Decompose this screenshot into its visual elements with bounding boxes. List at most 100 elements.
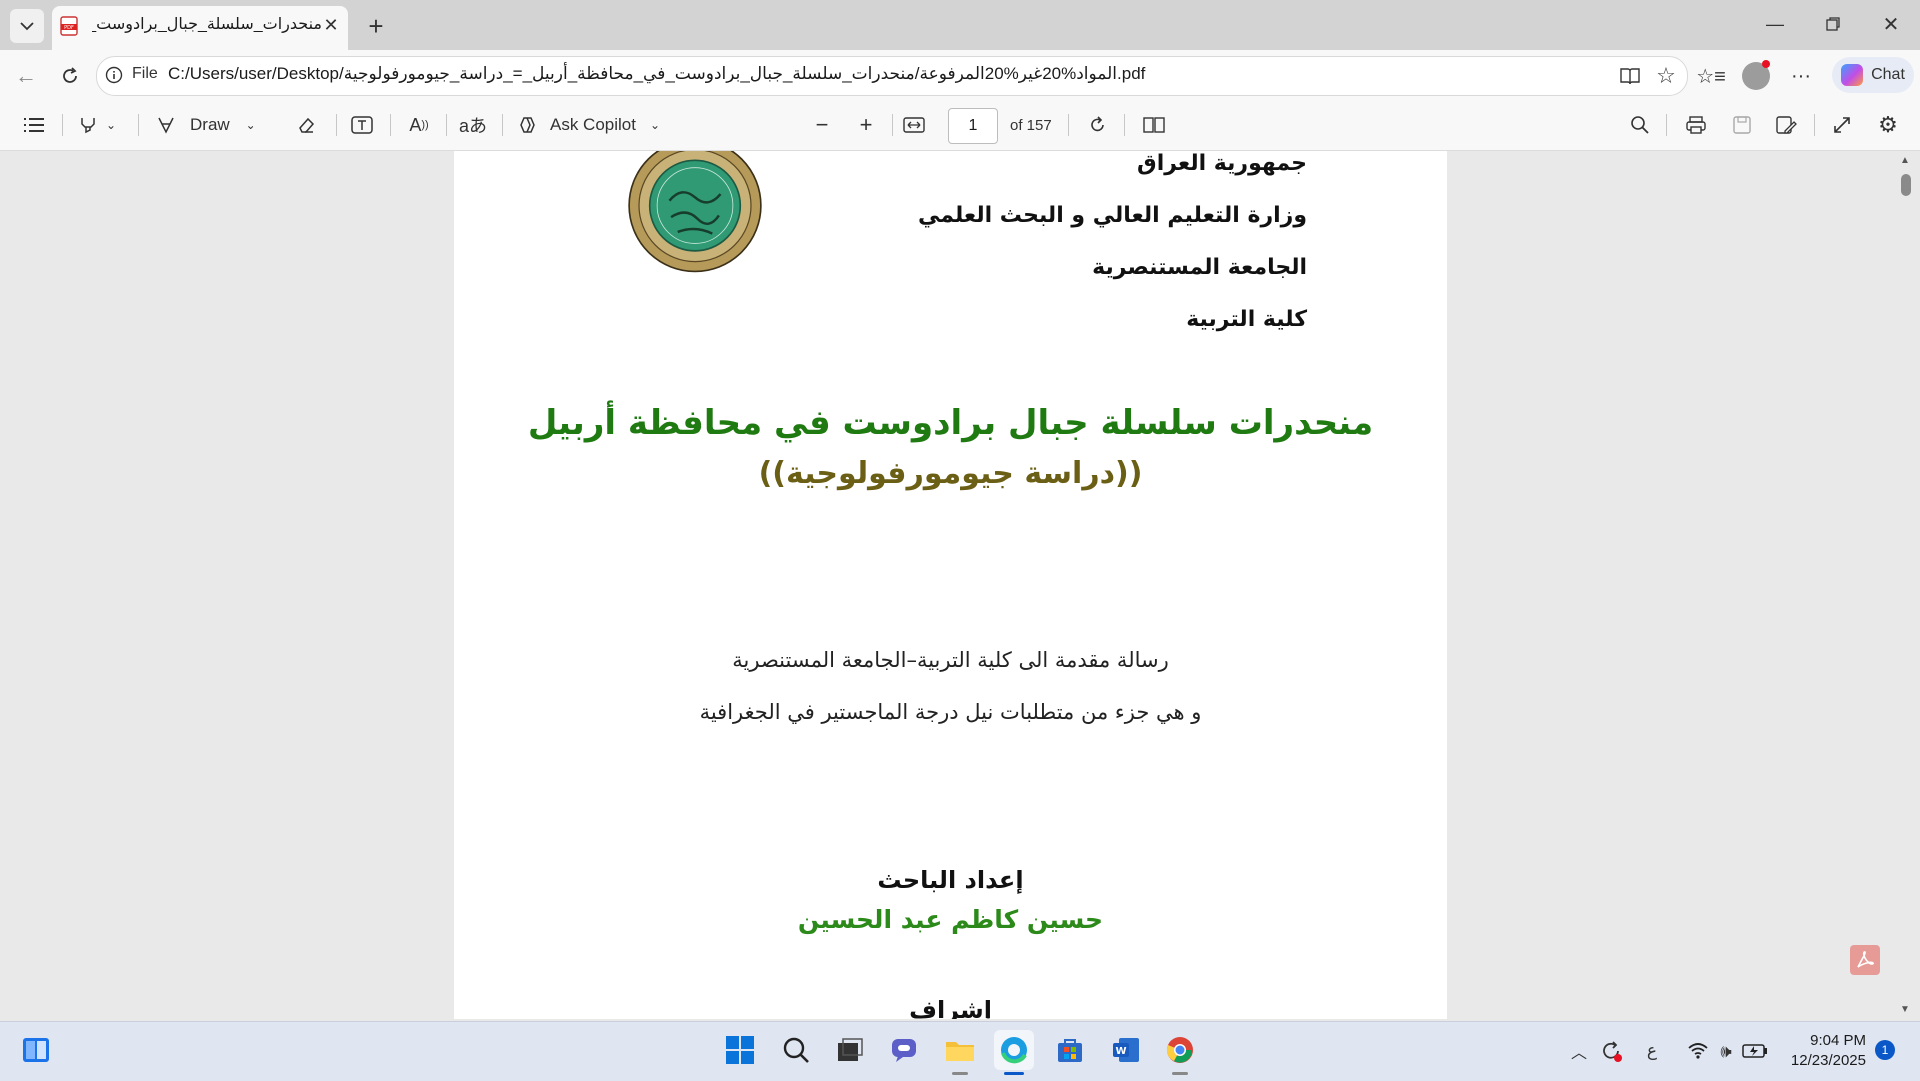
pdf-file-icon: PDF bbox=[60, 16, 78, 36]
widgets-icon[interactable] bbox=[16, 1030, 56, 1070]
toolbar-divider bbox=[390, 114, 391, 136]
add-text-icon[interactable] bbox=[348, 108, 376, 142]
pdf-page: جمهورية العراق وزارة التعليم العالي و ال… bbox=[454, 151, 1447, 1019]
toolbar-divider bbox=[446, 114, 447, 136]
chevron-down-icon: ⌄ bbox=[105, 118, 117, 132]
settings-gear-icon[interactable]: ⚙ bbox=[1874, 108, 1902, 142]
print-icon[interactable] bbox=[1682, 108, 1710, 142]
wifi-icon[interactable] bbox=[1686, 1040, 1710, 1062]
profile-alert-dot bbox=[1762, 60, 1770, 68]
active-indicator bbox=[1004, 1072, 1024, 1075]
toolbar-divider bbox=[1814, 114, 1815, 136]
scroll-up-arrow-icon[interactable]: ▲ bbox=[1900, 155, 1910, 166]
save-icon[interactable] bbox=[1728, 108, 1756, 142]
submission-line-2: و هي جزء من متطلبات نيل درجة الماجستير ف… bbox=[699, 700, 1202, 724]
svg-text:W: W bbox=[1115, 1046, 1126, 1057]
vertical-scrollbar[interactable]: ▲ ▼ bbox=[1896, 151, 1916, 1019]
refresh-button[interactable] bbox=[54, 60, 86, 92]
language-indicator[interactable]: ع bbox=[1642, 1040, 1662, 1062]
toolbar-divider bbox=[1068, 114, 1069, 136]
restore-icon bbox=[1826, 17, 1840, 31]
chrome-icon[interactable] bbox=[1160, 1030, 1200, 1070]
submission-line-1: رسالة مقدمة الى كلية التربية–الجامعة الم… bbox=[732, 648, 1169, 672]
fit-width-icon[interactable] bbox=[900, 108, 928, 142]
toolbar-divider bbox=[336, 114, 337, 136]
header-line-college: كلية التربية bbox=[1186, 307, 1307, 332]
researcher-name: حسين كاظم عبد الحسين bbox=[797, 905, 1104, 934]
immersive-reader-icon[interactable] bbox=[1616, 62, 1644, 90]
favorite-star-icon[interactable]: ☆ bbox=[1652, 62, 1680, 90]
sync-icon[interactable] bbox=[1598, 1038, 1624, 1064]
copilot-outline-icon bbox=[520, 117, 535, 133]
task-view-icon[interactable] bbox=[830, 1030, 870, 1070]
zoom-out-icon[interactable]: − bbox=[808, 108, 836, 142]
rotate-icon[interactable] bbox=[1084, 108, 1112, 142]
clock-date[interactable]: 12/23/2025 bbox=[1791, 1052, 1866, 1069]
prepared-by-label: إعداد الباحث bbox=[877, 866, 1024, 894]
scroll-down-arrow-icon[interactable]: ▼ bbox=[1900, 1004, 1910, 1015]
toolbar-divider bbox=[1124, 114, 1125, 136]
chevron-down-icon bbox=[20, 22, 34, 31]
favorites-icon[interactable]: ☆≡ bbox=[1696, 62, 1726, 90]
page-number-input[interactable]: 1 bbox=[948, 108, 998, 144]
thesis-title: منحدرات سلسلة جبال برادوست في محافظة أرب… bbox=[527, 403, 1374, 443]
refresh-icon bbox=[63, 67, 77, 83]
running-indicator bbox=[1172, 1072, 1188, 1075]
translate-icon[interactable]: aあ bbox=[458, 108, 488, 142]
svg-text:PDF: PDF bbox=[64, 25, 74, 31]
battery-charging-icon[interactable] bbox=[1742, 1040, 1768, 1062]
supervision-label: إشراف bbox=[909, 996, 992, 1019]
more-options-icon[interactable]: ··· bbox=[1786, 62, 1816, 90]
tab-title: منحدرات_سلسلة_جبال_برادوست_في... bbox=[92, 16, 322, 33]
scrollbar-thumb[interactable] bbox=[1901, 174, 1911, 196]
edge-browser-icon[interactable] bbox=[994, 1030, 1034, 1070]
header-line-ministry: وزارة التعليم العالي و البحث العلمي bbox=[917, 203, 1307, 228]
running-indicator bbox=[952, 1072, 968, 1075]
minimize-button[interactable]: — bbox=[1752, 8, 1798, 40]
store-icon[interactable] bbox=[1050, 1030, 1090, 1070]
university-seal-logo bbox=[628, 151, 762, 273]
highlighter-icon bbox=[81, 118, 95, 134]
word-icon[interactable]: W bbox=[1106, 1030, 1146, 1070]
teams-chat-icon[interactable] bbox=[884, 1030, 924, 1070]
notification-badge[interactable]: 1 bbox=[1875, 1040, 1895, 1060]
site-info-icon[interactable] bbox=[104, 65, 124, 85]
draw-label: Draw bbox=[190, 115, 230, 134]
new-tab-button[interactable]: + bbox=[360, 10, 392, 42]
pen-icon bbox=[158, 117, 174, 134]
fullscreen-icon[interactable] bbox=[1828, 108, 1856, 142]
close-window-button[interactable]: ✕ bbox=[1868, 8, 1914, 40]
start-windows-icon[interactable] bbox=[720, 1030, 760, 1070]
clock-time[interactable]: 9:04 PM bbox=[1810, 1032, 1866, 1049]
search-icon[interactable] bbox=[776, 1030, 816, 1070]
url-scheme-label: File bbox=[132, 65, 158, 82]
search-icon[interactable] bbox=[1626, 108, 1654, 142]
eraser-icon[interactable] bbox=[292, 108, 320, 142]
toolbar-divider bbox=[62, 114, 63, 136]
back-button[interactable]: ← bbox=[10, 60, 42, 92]
page-total-label: of 157 bbox=[1010, 116, 1052, 134]
draw-button[interactable]: Draw ⌄ bbox=[156, 108, 268, 142]
url-text[interactable]: C:/Users/user/Desktop/المواد%20غير%20الم… bbox=[168, 64, 1145, 84]
show-hidden-icons-chevron-icon[interactable]: ︿ bbox=[1568, 1040, 1590, 1062]
volume-icon[interactable]: 🕪 bbox=[1714, 1040, 1738, 1062]
chat-label: Chat bbox=[1871, 66, 1905, 83]
toolbar-divider bbox=[892, 114, 893, 136]
contents-icon[interactable] bbox=[20, 108, 48, 142]
tab-list-button[interactable] bbox=[10, 9, 44, 43]
highlight-button[interactable]: ⌄ bbox=[74, 108, 120, 142]
file-explorer-icon[interactable] bbox=[940, 1030, 980, 1070]
page-view-icon[interactable] bbox=[1140, 108, 1168, 142]
zoom-in-icon[interactable]: + bbox=[852, 108, 880, 142]
ask-copilot-label: Ask Copilot bbox=[550, 115, 636, 134]
toolbar-divider bbox=[138, 114, 139, 136]
restore-button[interactable] bbox=[1810, 8, 1856, 40]
close-tab-icon[interactable]: ✕ bbox=[320, 14, 342, 36]
read-aloud-icon[interactable]: A)) bbox=[404, 108, 434, 142]
copilot-icon bbox=[1841, 64, 1864, 86]
ask-copilot-button[interactable]: Ask Copilot ⌄ bbox=[518, 108, 668, 142]
acrobat-icon[interactable] bbox=[1850, 945, 1880, 975]
copilot-chat-button[interactable]: Chat bbox=[1832, 57, 1914, 93]
toolbar-divider bbox=[1666, 114, 1667, 136]
save-as-icon[interactable] bbox=[1772, 108, 1800, 142]
